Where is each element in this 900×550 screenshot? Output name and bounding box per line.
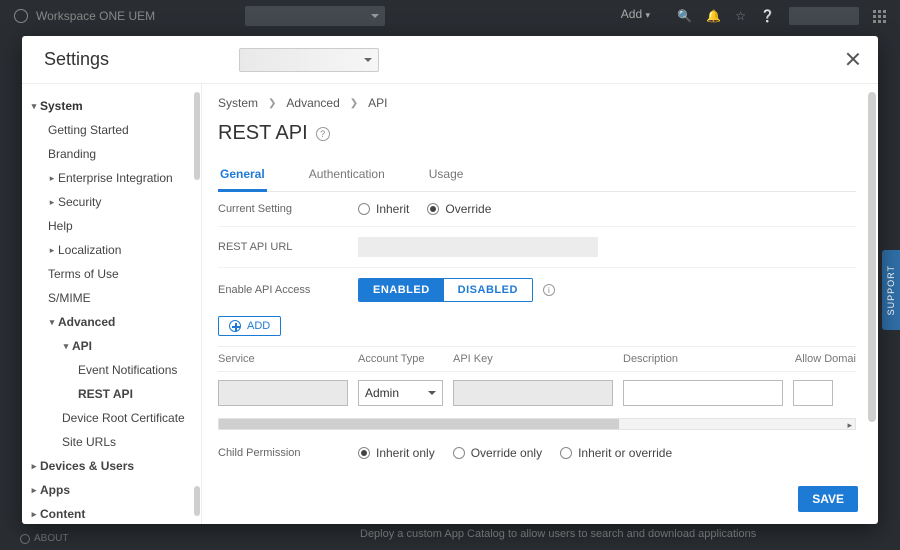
settings-content: System ❯ Advanced ❯ API REST API ? Gener… <box>202 84 878 524</box>
nav-scrollbar-bottom[interactable] <box>194 486 200 516</box>
add-button-label: ADD <box>247 320 270 332</box>
settings-nav: ▾System Getting Started Branding ▸Enterp… <box>22 84 202 524</box>
info-icon <box>20 534 30 544</box>
nav-device-root-cert[interactable]: Device Root Certificate <box>22 406 201 430</box>
description-input[interactable] <box>623 380 783 406</box>
nav-help[interactable]: Help <box>22 214 201 238</box>
chevron-right-icon: ❯ <box>350 98 358 109</box>
modal-header: Settings <box>22 36 878 84</box>
col-api-key: API Key <box>453 353 623 365</box>
nav-terms-of-use[interactable]: Terms of Use <box>22 262 201 286</box>
col-service: Service <box>218 353 358 365</box>
nav-devices-users[interactable]: ▸Devices & Users <box>22 454 201 478</box>
header-add-label: Add <box>621 7 642 21</box>
breadcrumb-advanced[interactable]: Advanced <box>286 96 339 110</box>
org-group-select[interactable] <box>245 6 385 26</box>
table-header: Service Account Type API Key Description… <box>218 346 856 372</box>
col-account-type: Account Type <box>358 353 453 365</box>
radio-override-only[interactable]: Override only <box>453 446 542 460</box>
toggle-enabled[interactable]: ENABLED <box>359 279 444 301</box>
modal-title: Settings <box>44 49 109 70</box>
header-add-menu[interactable]: Add ▾ <box>621 7 650 21</box>
nav-event-notifications[interactable]: Event Notifications <box>22 358 201 382</box>
modal-org-select[interactable] <box>239 48 379 72</box>
nav-rest-api[interactable]: REST API <box>22 382 201 406</box>
radio-inherit[interactable]: Inherit <box>358 202 409 216</box>
settings-modal: Settings ▾System Getting Started Brandin… <box>22 36 878 524</box>
tab-usage[interactable]: Usage <box>427 167 466 191</box>
col-allow-domains: Allow Domai <box>793 353 856 365</box>
label-child-permission: Child Permission <box>218 447 358 459</box>
nav-api[interactable]: ▾API <box>22 334 201 358</box>
radio-inherit-or-override[interactable]: Inherit or override <box>560 446 672 460</box>
footer-about-label: ABOUT <box>34 533 68 544</box>
nav-getting-started[interactable]: Getting Started <box>22 118 201 142</box>
label-current-setting: Current Setting <box>218 203 358 215</box>
add-button[interactable]: ADD <box>218 316 281 336</box>
account-type-select[interactable]: Admin <box>358 380 443 406</box>
toggle-enable-api[interactable]: ENABLED DISABLED <box>358 278 533 302</box>
nav-content[interactable]: ▸Content <box>22 502 201 524</box>
breadcrumb-system[interactable]: System <box>218 96 258 110</box>
service-input[interactable] <box>218 380 348 406</box>
breadcrumb: System ❯ Advanced ❯ API <box>218 96 856 110</box>
nav-site-urls[interactable]: Site URLs <box>22 430 201 454</box>
tab-authentication[interactable]: Authentication <box>307 167 387 191</box>
bell-icon[interactable]: 🔔 <box>706 9 721 23</box>
nav-system[interactable]: ▾System <box>22 94 201 118</box>
row-enable-api-access: Enable API Access ENABLED DISABLED i <box>218 268 856 312</box>
app-brand: Workspace ONE UEM <box>36 9 155 23</box>
row-child-permission: Child Permission Inherit only Override o… <box>218 430 856 460</box>
page-title: REST API ? <box>218 122 856 145</box>
nav-branding[interactable]: Branding <box>22 142 201 166</box>
app-header: Workspace ONE UEM Add ▾ 🔍 🔔 ☆ ❔ <box>0 0 900 32</box>
nav-security[interactable]: ▸Security <box>22 190 201 214</box>
label-rest-api-url: REST API URL <box>218 241 358 253</box>
content-scrollbar[interactable] <box>868 92 876 422</box>
api-table: Service Account Type API Key Description… <box>218 346 856 430</box>
info-icon[interactable]: i <box>543 284 555 296</box>
app-logo-icon <box>14 9 28 23</box>
app-launcher-icon[interactable] <box>873 10 886 23</box>
help-icon[interactable]: ❔ <box>760 9 775 23</box>
radio-override[interactable]: Override <box>427 202 491 216</box>
support-side-tab[interactable]: SUPPORT <box>882 250 900 330</box>
footer-about[interactable]: ABOUT <box>20 533 68 544</box>
help-icon[interactable]: ? <box>316 127 330 141</box>
plus-icon <box>229 320 241 332</box>
tab-general[interactable]: General <box>218 167 267 192</box>
nav-apps[interactable]: ▸Apps <box>22 478 201 502</box>
value-rest-api-url <box>358 237 598 257</box>
save-button[interactable]: SAVE <box>798 486 858 512</box>
label-enable-api-access: Enable API Access <box>218 284 358 296</box>
api-key-input[interactable] <box>453 380 613 406</box>
col-description: Description <box>623 353 793 365</box>
radio-inherit-only[interactable]: Inherit only <box>358 446 435 460</box>
nav-localization[interactable]: ▸Localization <box>22 238 201 262</box>
search-icon[interactable]: 🔍 <box>677 9 692 23</box>
nav-scrollbar[interactable] <box>194 92 200 180</box>
nav-smime[interactable]: S/MIME <box>22 286 201 310</box>
close-icon[interactable] <box>844 50 862 68</box>
star-icon[interactable]: ☆ <box>735 9 746 23</box>
row-rest-api-url: REST API URL <box>218 227 856 268</box>
row-current-setting: Current Setting Inherit Override <box>218 192 856 227</box>
account-chip[interactable] <box>789 7 859 25</box>
table-row: Admin <box>218 372 856 414</box>
table-horizontal-scrollbar[interactable]: ◂▸ <box>218 418 856 430</box>
toggle-disabled[interactable]: DISABLED <box>444 279 532 301</box>
nav-enterprise-integration[interactable]: ▸Enterprise Integration <box>22 166 201 190</box>
chevron-right-icon: ❯ <box>268 98 276 109</box>
nav-advanced[interactable]: ▾Advanced <box>22 310 201 334</box>
support-label: SUPPORT <box>886 265 896 315</box>
breadcrumb-api[interactable]: API <box>368 96 387 110</box>
allow-domains-input[interactable] <box>793 380 833 406</box>
background-text: Deploy a custom App Catalog to allow use… <box>360 528 756 540</box>
tabs: General Authentication Usage <box>218 167 856 192</box>
